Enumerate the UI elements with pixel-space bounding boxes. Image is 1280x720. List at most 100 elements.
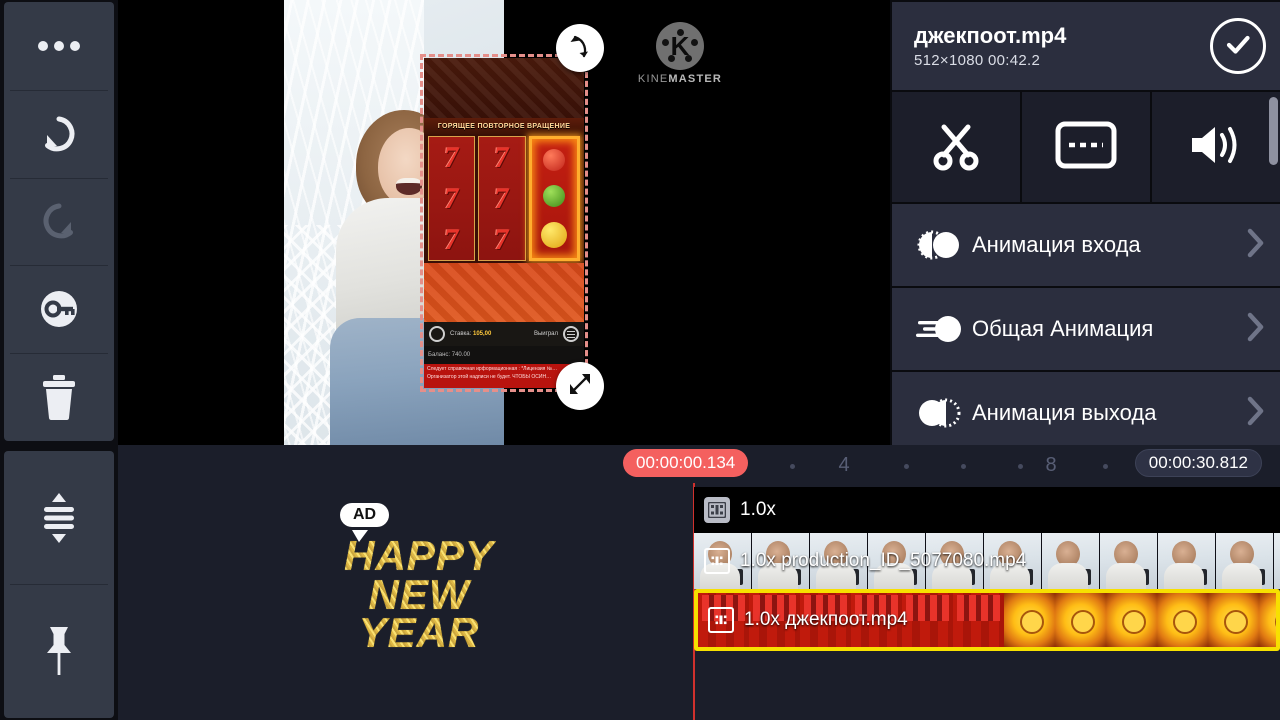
clip-label: 1.0x джекпоот.mp4 bbox=[744, 609, 908, 630]
animation-overall-icon bbox=[914, 312, 972, 346]
key-icon bbox=[34, 284, 84, 334]
ad-promo-overlay[interactable]: AD HAPPY NEW YEAR bbox=[304, 503, 534, 673]
chevron-right-icon bbox=[1246, 311, 1266, 348]
option-row-overall-animation[interactable]: Общая Анимация bbox=[892, 288, 1280, 370]
timeline-track-speed: 1.0x bbox=[118, 487, 1280, 533]
confirm-button[interactable] bbox=[1210, 18, 1266, 74]
watermark-text: KINEMASTER bbox=[630, 73, 730, 85]
lock-button[interactable] bbox=[4, 265, 114, 353]
expand-tracks-button[interactable] bbox=[4, 451, 114, 585]
ad-line-3: YEAR bbox=[358, 609, 480, 657]
person-mouth bbox=[396, 178, 422, 195]
resize-handle-icon bbox=[566, 370, 594, 403]
kinemaster-logo-icon: K bbox=[656, 22, 704, 70]
ruler-label: 8 bbox=[1045, 454, 1057, 476]
ellipsis-icon bbox=[36, 39, 82, 53]
reel-symbol: 7 bbox=[492, 141, 512, 174]
ad-headline: HAPPY NEW YEAR bbox=[304, 532, 534, 657]
timeline-clip-video[interactable]: 1.0x production_ID_5077080.mp4 bbox=[694, 533, 1280, 589]
timeline-clip-overlay-selected[interactable]: 1.0x джекпоот.mp4 bbox=[694, 589, 1280, 651]
timeline[interactable]: 4 8 00:00:00.134 00:00:30.812 1.0x 1.0x … bbox=[118, 445, 1280, 720]
slot-control-bar: Ставка: 105,00 Выиграл bbox=[424, 322, 584, 346]
expand-vertical-icon bbox=[34, 491, 84, 545]
reel-symbol: 7 bbox=[442, 223, 461, 256]
watermark-text-master: MASTER bbox=[668, 73, 723, 85]
resize-handle[interactable] bbox=[556, 362, 604, 410]
timeline-track-overlay: 1.0x джекпоот.mp4 bbox=[118, 589, 1280, 651]
timeline-clip-speed[interactable]: 1.0x bbox=[694, 487, 1280, 533]
film-strip-icon bbox=[704, 548, 730, 574]
left-toolbar bbox=[0, 0, 118, 720]
slot-reel-1: 7 7 7 bbox=[428, 136, 476, 261]
slot-menu-icon bbox=[563, 326, 579, 342]
caption-icon bbox=[1055, 121, 1117, 174]
clip-info-titles: джекпоот.mp4 512×1080 00:42.2 bbox=[914, 23, 1210, 69]
rotate-handle-icon bbox=[566, 32, 594, 65]
ruler-tick bbox=[1018, 464, 1023, 469]
trash-icon bbox=[37, 372, 81, 422]
kinemaster-editor: ГОРЯЩЕЕ ПОВТОРНОЕ ВРАЩЕНИЕ 7 7 7 7 7 7 С… bbox=[0, 0, 1280, 720]
option-row-animation-in[interactable]: Анимация входа bbox=[892, 204, 1280, 286]
slot-top-felt bbox=[424, 58, 584, 120]
overlay-layer-slot-video[interactable]: ГОРЯЩЕЕ ПОВТОРНОЕ ВРАЩЕНИЕ 7 7 7 7 7 7 С… bbox=[424, 58, 584, 388]
slot-win-label: Выиграл bbox=[533, 331, 558, 337]
slot-bet-label: Ставка: 105,00 bbox=[450, 331, 492, 337]
volume-button[interactable] bbox=[1152, 92, 1280, 202]
undo-button[interactable] bbox=[4, 89, 114, 178]
clip-label: 1.0x production_ID_5077080.mp4 bbox=[740, 550, 1027, 571]
fruit-watermelon bbox=[543, 185, 566, 208]
reel-symbol: 7 bbox=[492, 223, 512, 256]
ruler-tick bbox=[961, 464, 966, 469]
film-strip-icon bbox=[704, 497, 730, 523]
option-label: Анимация входа bbox=[972, 232, 1141, 257]
film-strip-icon bbox=[708, 607, 734, 633]
pin-button[interactable] bbox=[4, 584, 114, 718]
kinemaster-watermark: K KINEMASTER bbox=[630, 22, 730, 85]
pin-icon bbox=[37, 623, 81, 679]
ad-line-1: HAPPY bbox=[344, 532, 494, 579]
slot-spin-icon bbox=[429, 326, 445, 342]
reel-symbol: 7 bbox=[442, 141, 461, 174]
redo-button[interactable] bbox=[4, 177, 114, 266]
options-panel: джекпоот.mp4 512×1080 00:42.2 Анимация в… bbox=[890, 0, 1280, 454]
slot-reel-2: 7 7 7 bbox=[478, 136, 526, 261]
watermark-text-kine: KINE bbox=[637, 73, 669, 85]
preview-canvas[interactable]: ГОРЯЩЕЕ ПОВТОРНОЕ ВРАЩЕНИЕ 7 7 7 7 7 7 С… bbox=[118, 0, 890, 445]
ad-badge: AD bbox=[340, 503, 390, 527]
rotate-handle[interactable] bbox=[556, 24, 604, 72]
reel-symbol: 7 bbox=[442, 182, 461, 215]
slot-balance-text: Баланс: 740.00 bbox=[424, 346, 584, 364]
slot-reel-3-highlighted bbox=[528, 136, 580, 261]
current-time-badge[interactable]: 00:00:00.134 bbox=[623, 449, 749, 477]
timeline-ruler[interactable]: 4 8 00:00:00.134 00:00:30.812 bbox=[118, 445, 1280, 487]
redo-icon bbox=[36, 198, 82, 244]
slot-bet-value: 105,00 bbox=[472, 331, 492, 337]
fruit-lemon bbox=[541, 221, 568, 248]
fruit-cherry bbox=[543, 149, 566, 172]
option-row-animation-out[interactable]: Анимация выхода bbox=[892, 372, 1280, 454]
delete-button[interactable] bbox=[4, 353, 114, 441]
option-label: Анимация выхода bbox=[972, 400, 1157, 425]
animation-in-icon bbox=[914, 228, 972, 262]
reel-symbol: 7 bbox=[492, 182, 512, 215]
left-toolbar-group-top bbox=[4, 2, 114, 441]
ruler-tick bbox=[904, 464, 909, 469]
total-time-badge[interactable]: 00:00:30.812 bbox=[1134, 449, 1262, 477]
clip-info-header: джекпоот.mp4 512×1080 00:42.2 bbox=[892, 2, 1280, 90]
clip-filename: джекпоот.mp4 bbox=[914, 23, 1067, 48]
undo-icon bbox=[36, 111, 82, 157]
slot-banner-text: ГОРЯЩЕЕ ПОВТОРНОЕ ВРАЩЕНИЕ bbox=[424, 118, 584, 134]
option-label: Общая Анимация bbox=[972, 316, 1154, 341]
clip-overlay: 1.0x джекпоот.mp4 bbox=[698, 593, 1276, 647]
animation-out-icon bbox=[914, 396, 972, 430]
slot-reels: 7 7 7 7 7 7 bbox=[428, 136, 580, 261]
captions-button[interactable] bbox=[1022, 92, 1150, 202]
ruler-tick bbox=[1103, 464, 1108, 469]
timeline-track-video: 1.0x production_ID_5077080.mp4 bbox=[118, 533, 1280, 589]
trim-split-button[interactable] bbox=[892, 92, 1020, 202]
checkmark-icon bbox=[1222, 28, 1254, 65]
ruler-label: 4 bbox=[838, 454, 850, 476]
more-options-button[interactable] bbox=[4, 2, 114, 90]
clip-meta: 512×1080 00:42.2 bbox=[914, 52, 1041, 69]
panel-scrollbar[interactable] bbox=[1269, 97, 1278, 165]
